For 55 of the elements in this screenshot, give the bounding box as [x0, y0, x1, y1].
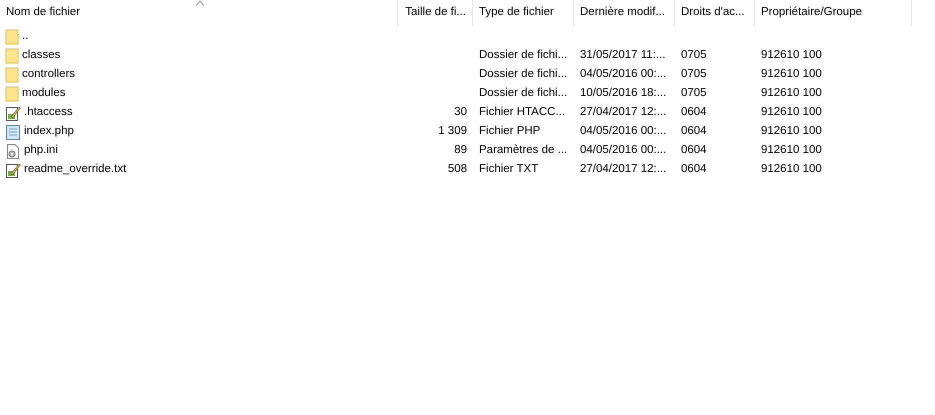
table-cell-text: 0705: [681, 66, 707, 82]
table-cell-text: 912610 100: [761, 142, 822, 158]
table-cell-text: 0604: [681, 104, 707, 120]
table-cell-text: 0705: [681, 86, 707, 101]
column-header[interactable]: Nom de fichier: [0, 0, 398, 26]
table-cell-text: 508: [448, 162, 467, 177]
table-cell-text: 27/04/2017 12:...: [580, 104, 666, 120]
table-cell-text: 04/05/2016 00:...: [580, 142, 666, 158]
table-cell-text: 1 309: [438, 124, 467, 139]
text-document-icon: [5, 124, 21, 140]
column-header[interactable]: Type de fichier: [473, 0, 574, 26]
table-cell-text: Paramètres de ...: [479, 142, 568, 158]
table-cell-text: Dossier de fichi...: [479, 86, 568, 101]
table-cell-text: Fichier PHP: [479, 124, 540, 139]
table-cell-text: 27/04/2017 12:...: [580, 162, 666, 177]
file-name[interactable]: classes: [22, 46, 60, 64]
table-cell-text: Fichier TXT: [479, 162, 538, 177]
file-name[interactable]: readme_override.txt: [24, 160, 126, 178]
table-cell-text: 912610 100: [761, 162, 822, 177]
table-cell-text: 912610 100: [761, 104, 822, 120]
file-name[interactable]: index.php: [24, 122, 74, 140]
file-name[interactable]: controllers: [22, 66, 76, 84]
table-cell-text: 10/05/2016 18:...: [580, 86, 666, 101]
file-name[interactable]: .htaccess: [24, 104, 73, 122]
table-cell-text: Fichier HTACC...: [479, 104, 566, 120]
folder-icon: [5, 66, 19, 82]
column-header[interactable]: Taille de fi...: [398, 0, 473, 26]
table-cell-text: 0604: [681, 162, 707, 177]
edit-document-icon: [5, 104, 21, 120]
folder-icon: [5, 86, 19, 102]
table-cell-text: 30: [454, 104, 467, 120]
folder-icon: [5, 48, 19, 64]
column-header[interactable]: Dernière modif...: [574, 0, 675, 26]
column-header[interactable]: Droits d'ac...: [675, 0, 755, 26]
table-cell-text: 0604: [681, 142, 707, 158]
table-cell-text: 912610 100: [761, 66, 822, 82]
sort-caret-icon: [195, 0, 205, 6]
file-name[interactable]: ..: [22, 28, 28, 46]
table-cell-text: Dossier de fichi...: [479, 48, 568, 63]
edit-document-icon: [5, 162, 21, 178]
table-cell-text: 912610 100: [761, 48, 822, 63]
table-cell-text: 89: [454, 142, 467, 158]
file-name[interactable]: modules: [22, 84, 66, 102]
table-cell-text: 31/05/2017 11:...: [580, 48, 666, 63]
folder-icon: [5, 28, 19, 44]
table-cell-text: 912610 100: [761, 124, 822, 139]
table-cell-text: 0604: [681, 124, 707, 139]
column-header[interactable]: Propriétaire/Groupe: [755, 0, 912, 26]
settings-document-icon: [5, 142, 21, 158]
table-cell-text: 0705: [681, 48, 707, 63]
table-cell-text: 04/05/2016 00:...: [580, 124, 666, 139]
table-cell-text: 912610 100: [761, 86, 822, 101]
table-cell-text: Dossier de fichi...: [479, 66, 568, 82]
file-name[interactable]: php.ini: [24, 142, 58, 160]
table-cell-text: 04/05/2016 00:...: [580, 66, 666, 82]
